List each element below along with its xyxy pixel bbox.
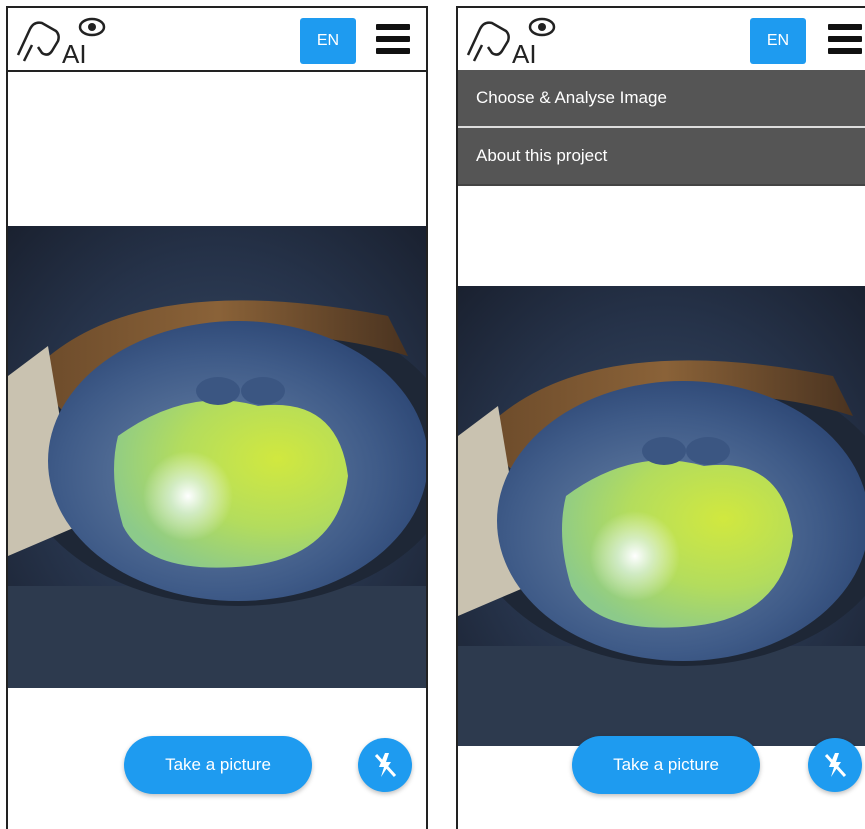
horse-eye-logo-icon[interactable]: AI (12, 11, 112, 67)
svg-text:AI: AI (62, 39, 87, 67)
hamburger-menu-icon[interactable] (376, 22, 412, 56)
language-button[interactable]: EN (750, 18, 806, 64)
menu-item-choose-analyse[interactable]: Choose & Analyse Image (458, 70, 865, 128)
menu-item-about[interactable]: About this project (458, 128, 865, 186)
flash-off-icon[interactable] (358, 738, 412, 792)
flash-off-icon[interactable] (808, 738, 862, 792)
hamburger-menu-icon[interactable] (828, 22, 864, 56)
take-picture-button[interactable]: Take a picture (572, 736, 760, 794)
take-picture-button[interactable]: Take a picture (124, 736, 312, 794)
language-button[interactable]: EN (300, 18, 356, 64)
svg-text:AI: AI (512, 39, 537, 67)
horse-eye-logo-icon[interactable]: AI (462, 11, 562, 67)
phone-screen-left: AI EN Take a picture (6, 6, 428, 829)
nav-drawer: Choose & Analyse Image About this projec… (458, 70, 865, 186)
app-header: AI EN (8, 8, 426, 72)
eye-photo (8, 226, 426, 688)
eye-photo (458, 286, 865, 746)
app-header: AI EN (458, 8, 865, 72)
phone-screen-right: AI EN Choose & Analyse Image About this … (456, 6, 865, 829)
